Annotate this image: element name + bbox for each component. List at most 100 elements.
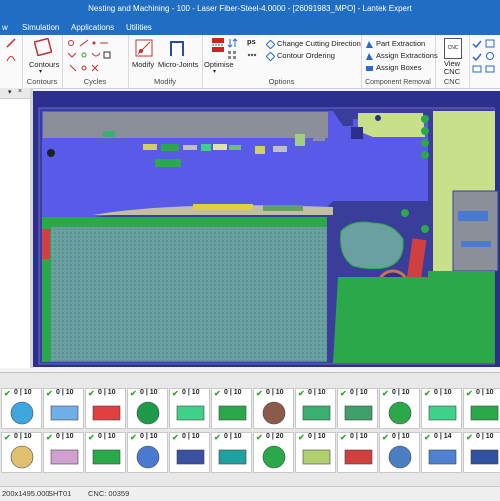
part-cell[interactable]: ✔ 0 | 10 <box>379 432 420 473</box>
ribbon-group-extra <box>469 35 500 88</box>
part-cell[interactable]: ✔ 0 | 10 <box>295 432 336 473</box>
part-cell[interactable]: ✔ 0 | 10 <box>421 388 462 429</box>
part-cell[interactable]: ✔ 0 | 10 <box>169 388 210 429</box>
check-icon: ✔ <box>130 433 137 442</box>
part-cell[interactable]: ✔ 0 | 10 <box>1 388 42 429</box>
part-cell[interactable]: ✔ 0 | 10 <box>1 432 42 473</box>
chevron-down-icon[interactable]: ▾ <box>39 68 42 75</box>
part-count: 0 | 10 <box>392 433 410 440</box>
part-count: 0 | 10 <box>56 389 74 396</box>
assign-boxes-button[interactable]: Assign Boxes <box>376 63 421 72</box>
ribbon-group-modify: Modify Micro-Joints Modify <box>128 35 203 88</box>
ribbon-group-partial <box>0 35 23 88</box>
part-count: 0 | 10 <box>224 389 242 396</box>
dots-icon[interactable] <box>247 50 257 60</box>
check-icon: ✔ <box>424 433 431 442</box>
part-count: 0 | 10 <box>266 389 284 396</box>
contour-ordering-icon[interactable] <box>266 52 275 61</box>
check-icon: ✔ <box>172 389 179 398</box>
menu-applications[interactable]: Applications <box>71 23 114 32</box>
part-cell[interactable]: ✔ 0 | 10 <box>379 388 420 429</box>
part-count: 0 | 10 <box>98 433 116 440</box>
part-thumbnail <box>262 401 286 425</box>
part-thumbnail <box>10 445 34 469</box>
contours-icon[interactable] <box>34 38 52 56</box>
part-cell[interactable]: ✔ 0 | 10 <box>337 388 378 429</box>
part-thumbnail <box>218 449 247 465</box>
part-cell[interactable]: ✔ 0 | 20 <box>253 432 294 473</box>
ribbon-group-options: ps Optimise ▾ Change Cutting Direction C… <box>202 35 362 88</box>
contours-button[interactable]: Contours <box>29 60 59 69</box>
pencil-icon[interactable] <box>6 38 16 48</box>
contour-ordering-button[interactable]: Contour Ordering <box>277 51 335 60</box>
part-cell[interactable]: ✔ 0 | 10 <box>211 388 252 429</box>
ribbon: Contours ▾ Contours Cycles Modify Micro-… <box>0 35 500 89</box>
part-cell[interactable]: ✔ 0 | 10 <box>43 388 84 429</box>
check-icon: ✔ <box>298 389 305 398</box>
nesting-canvas[interactable] <box>33 91 500 367</box>
part-cell[interactable]: ✔ 0 | 10 <box>211 432 252 473</box>
part-count: 0 | 10 <box>14 389 32 396</box>
part-count: 0 | 10 <box>98 389 116 396</box>
check-icon: ✔ <box>256 433 263 442</box>
sort-icon[interactable] <box>227 38 239 48</box>
component-removal-group-label: Component Removal <box>365 79 431 86</box>
part-count: 0 | 10 <box>350 433 368 440</box>
part-cell[interactable]: ✔ 0 | 10 <box>127 388 168 429</box>
optimise-button[interactable]: Optimise <box>204 60 234 69</box>
check-icon: ✔ <box>466 389 473 398</box>
menu-utilities[interactable]: Utilities <box>126 23 152 32</box>
pin-icon[interactable]: ▾ <box>8 88 12 96</box>
modify-icon[interactable] <box>135 39 153 57</box>
part-thumbnail <box>50 449 79 465</box>
part-cell[interactable]: ✔ 0 | 10 <box>295 388 336 429</box>
chevron-down-icon[interactable]: ▾ <box>213 68 216 75</box>
part-extraction-button[interactable]: Part Extraction <box>376 39 425 48</box>
assign-extractions-icon[interactable] <box>365 52 374 61</box>
micro-joints-icon[interactable] <box>168 39 186 57</box>
assign-extractions-button[interactable]: Assign Extractions <box>376 51 438 60</box>
menu-view[interactable]: w <box>2 23 8 32</box>
part-cell[interactable]: ✔ 0 | 10 <box>127 432 168 473</box>
check-icon: ✔ <box>172 433 179 442</box>
part-thumbnail <box>262 445 286 469</box>
status-bar: 200x1495.000 SHT01 CNC: 00359 <box>0 486 500 501</box>
part-cell[interactable]: ✔ 0 | 10 <box>43 432 84 473</box>
cycles-icons[interactable] <box>66 39 126 75</box>
check-icon: ✔ <box>46 433 53 442</box>
view-cnc-button[interactable]: View CNC <box>439 60 465 76</box>
part-thumbnail <box>176 405 205 421</box>
part-cell[interactable]: ✔ 0 | 10 <box>169 432 210 473</box>
part-cell[interactable]: ✔ 0 | 14 <box>421 432 462 473</box>
micro-joints-button[interactable]: Micro-Joints <box>158 60 198 69</box>
part-cell[interactable]: ✔ 0 | 10 <box>253 388 294 429</box>
close-icon[interactable]: × <box>18 88 22 95</box>
optimise-icon[interactable] <box>210 37 226 57</box>
part-extraction-icon[interactable] <box>365 40 374 49</box>
part-count: 0 | 10 <box>140 389 158 396</box>
grid-small-icon[interactable] <box>227 50 237 60</box>
ps-label[interactable]: ps <box>247 37 256 46</box>
modify-button[interactable]: Modify <box>132 60 154 69</box>
options-group-label: Options <box>268 77 295 86</box>
check-icon: ✔ <box>214 389 221 398</box>
part-thumbnail <box>428 449 457 465</box>
cnc-file-icon[interactable]: CNC <box>444 38 462 59</box>
change-cutting-direction-button[interactable]: Change Cutting Direction <box>277 39 361 48</box>
part-cell[interactable]: ✔ 0 | 10 <box>463 432 500 473</box>
part-count: 0 | 10 <box>14 433 32 440</box>
part-cell[interactable]: ✔ 0 | 10 <box>463 388 500 429</box>
change-direction-icon[interactable] <box>266 40 275 49</box>
part-cell[interactable]: ✔ 0 | 10 <box>337 432 378 473</box>
assign-boxes-icon[interactable] <box>365 64 374 73</box>
arc-icon[interactable] <box>6 52 16 62</box>
title-bar: Nesting and Machining - 100 - Laser Fibe… <box>0 0 500 22</box>
part-cell[interactable]: ✔ 0 | 10 <box>85 388 126 429</box>
extra-tools-icons[interactable] <box>471 38 499 74</box>
menu-simulation[interactable]: Simulation <box>22 23 59 32</box>
check-icon: ✔ <box>88 433 95 442</box>
part-thumbnail <box>136 401 160 425</box>
sheet-drawing[interactable] <box>33 91 500 367</box>
part-thumbnail <box>50 405 79 421</box>
part-cell[interactable]: ✔ 0 | 10 <box>85 432 126 473</box>
